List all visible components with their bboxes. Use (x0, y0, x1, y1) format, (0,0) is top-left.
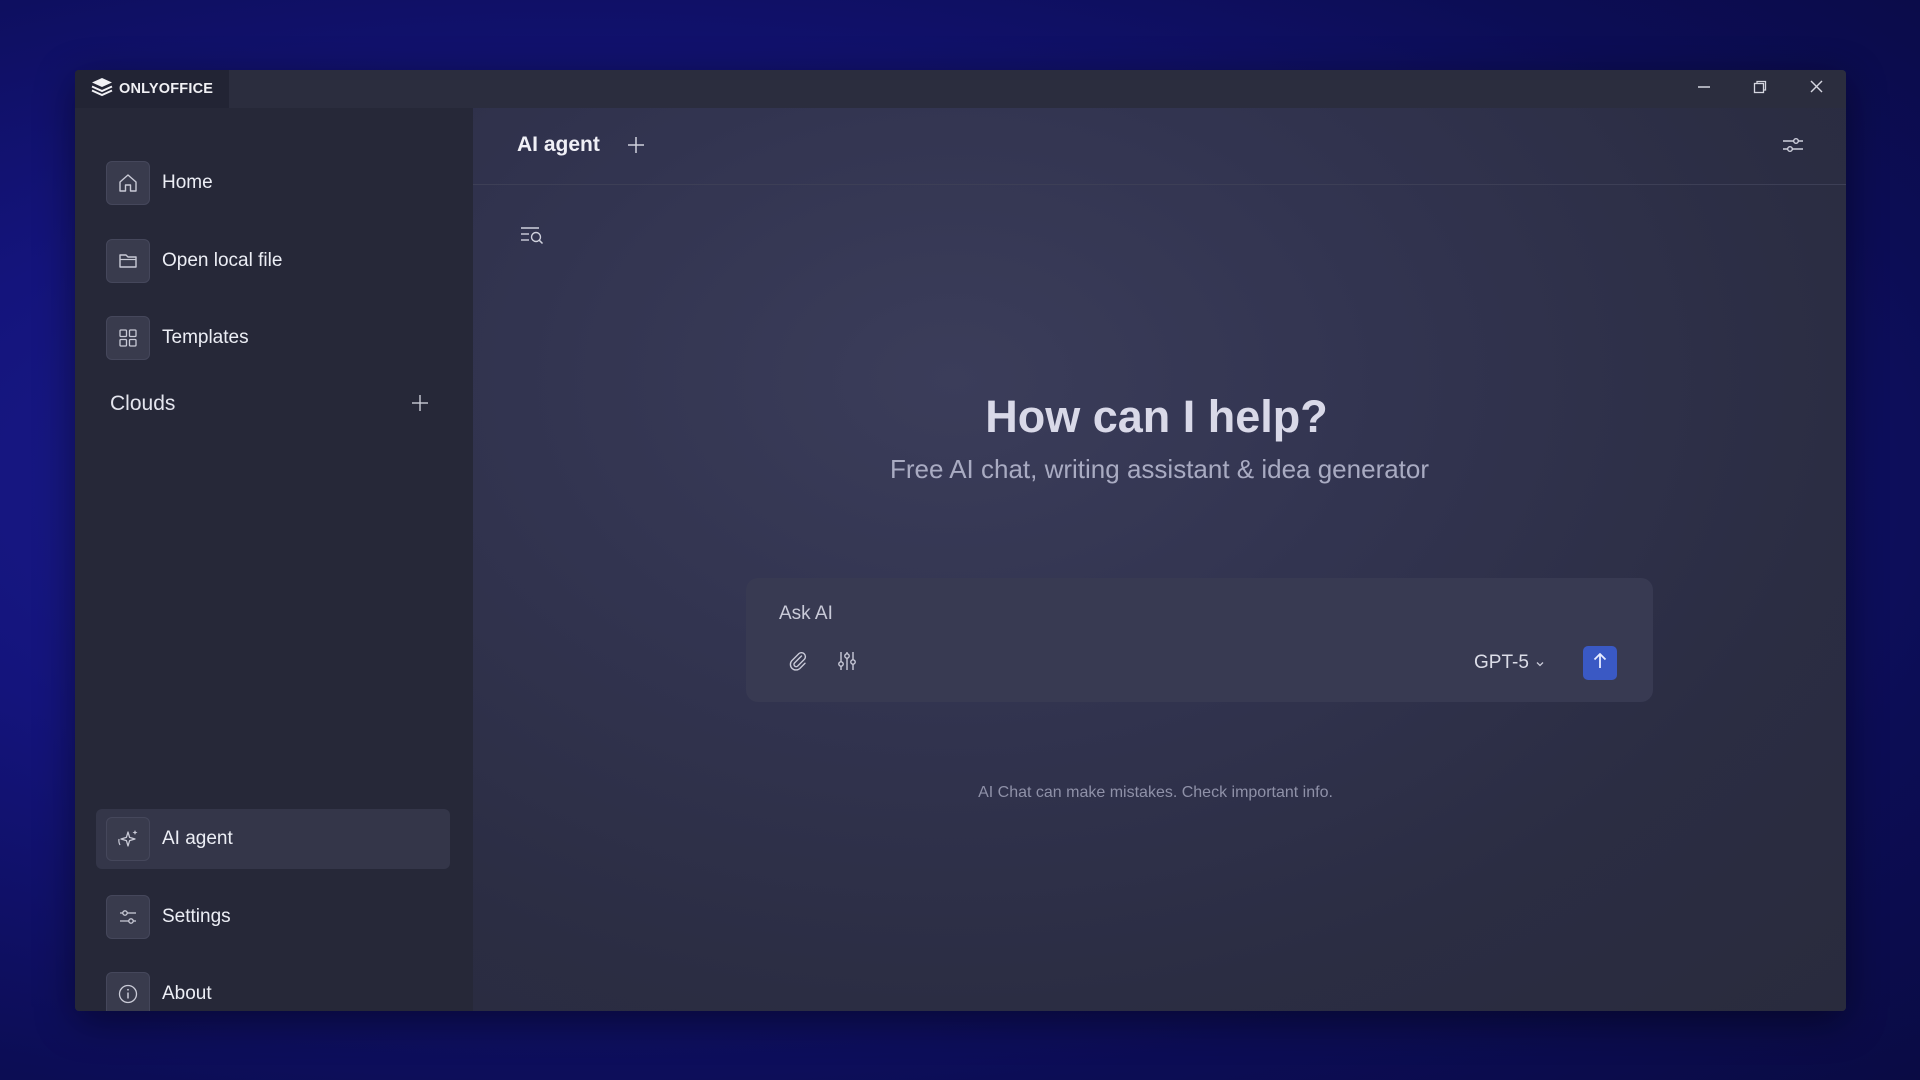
sidebar-item-label: Templates (162, 327, 249, 348)
ai-sparkle-icon (106, 817, 150, 861)
title-bar: ONLYOFFICE (75, 70, 1846, 108)
app-brand-tab[interactable]: ONLYOFFICE (75, 70, 229, 108)
grid-icon (106, 316, 150, 360)
sidebar-item-settings[interactable]: Settings (106, 887, 446, 947)
clouds-heading: Clouds (110, 392, 176, 415)
chat-composer: GPT-5 (746, 578, 1653, 702)
close-icon (1809, 79, 1824, 99)
plus-icon (411, 394, 429, 417)
arrow-up-icon (1591, 651, 1609, 676)
model-select-value: GPT-5 (1474, 652, 1529, 673)
app-brand-name: ONLYOFFICE (119, 81, 214, 97)
sidebar-item-label: Open local file (162, 250, 283, 271)
chat-settings-button[interactable] (1778, 132, 1808, 162)
close-button[interactable] (1788, 70, 1844, 108)
chat-options-button[interactable] (832, 648, 862, 678)
sidebar-item-label: Settings (162, 906, 231, 927)
onlyoffice-logo-icon (91, 77, 113, 102)
sidebar-item-label: Home (162, 172, 213, 193)
restore-icon (1753, 80, 1767, 99)
paperclip-icon (786, 649, 810, 678)
attach-button[interactable] (783, 648, 813, 678)
list-search-icon (519, 223, 545, 252)
sliders-icon (1781, 134, 1805, 161)
new-chat-button[interactable] (621, 132, 651, 162)
chevron-down-icon (1535, 652, 1545, 674)
sidebar-item-home[interactable]: Home (106, 153, 446, 213)
disclaimer-wrap: AI Chat can make mistakes. Check importa… (473, 784, 1846, 802)
hero-title-wrap: How can I help? (473, 391, 1846, 443)
hero-subtitle: Free AI chat, writing assistant & idea g… (889, 454, 1430, 484)
model-select[interactable]: GPT-5 (1474, 650, 1545, 676)
main-panel: AI agent How can I help? Free AI chat, w… (473, 108, 1846, 1011)
restore-button[interactable] (1732, 70, 1788, 108)
page-title: AI agent (517, 133, 600, 156)
sidebar: Home Open local file Templates Clouds AI… (75, 108, 473, 1011)
minimize-button[interactable] (1676, 70, 1732, 108)
plus-icon (627, 136, 645, 159)
chat-history-search-button[interactable] (517, 222, 547, 252)
sidebar-item-about[interactable]: About (106, 964, 446, 1011)
sidebar-item-templates[interactable]: Templates (106, 308, 446, 368)
sidebar-item-open-local-file[interactable]: Open local file (106, 231, 446, 291)
app-window: ONLYOFFICE Home Open local file Template… (75, 70, 1846, 1011)
folder-icon (106, 239, 150, 283)
ai-disclaimer: AI Chat can make mistakes. Check importa… (978, 784, 1333, 801)
hero-title: How can I help? (985, 391, 1328, 442)
main-header: AI agent (473, 108, 1846, 185)
add-cloud-button[interactable] (405, 390, 435, 420)
info-icon (106, 972, 150, 1011)
sidebar-item-label: About (162, 983, 212, 1004)
sidebar-item-label: AI agent (162, 828, 233, 849)
sliders-icon (106, 895, 150, 939)
tune-icon (836, 649, 858, 678)
home-icon (106, 161, 150, 205)
sidebar-item-ai-agent[interactable]: AI agent (96, 809, 450, 869)
send-button[interactable] (1583, 646, 1617, 680)
ask-ai-input[interactable] (779, 600, 1479, 628)
minimize-icon (1697, 80, 1711, 99)
